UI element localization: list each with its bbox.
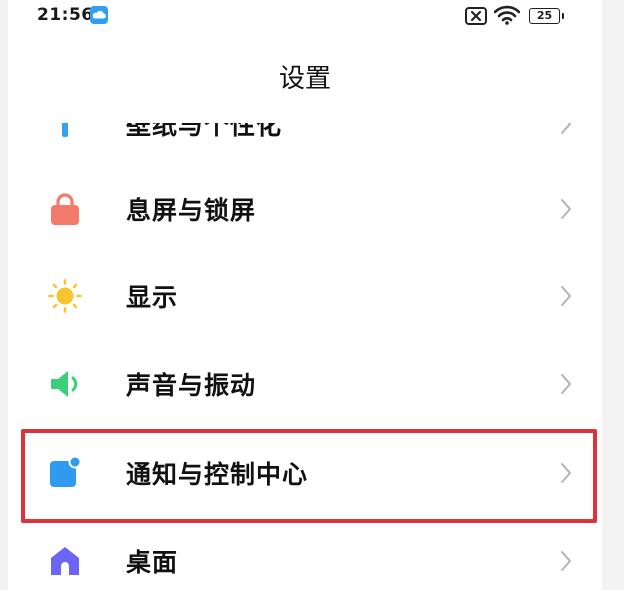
battery-indicator: 25 <box>529 8 565 24</box>
settings-item-label: 息屏与锁屏 <box>126 196 257 225</box>
status-bar: 21:56 25 <box>0 0 624 34</box>
wifi-icon <box>494 5 520 25</box>
no-sim-icon <box>465 7 487 25</box>
page-title: 设置 <box>278 64 331 94</box>
home-icon <box>51 547 79 575</box>
settings-item-desktop[interactable]: 桌面 <box>8 517 602 590</box>
settings-item-label: 桌面 <box>126 548 179 577</box>
settings-item-display[interactable]: 显示 <box>8 252 602 338</box>
settings-screen: 21:56 25 设置 壁纸与个性化 息屏与锁屏 显示 声音与振动 通知与控制中… <box>0 0 624 590</box>
settings-item-label: 声音与振动 <box>126 371 257 400</box>
settings-item-sound[interactable]: 声音与振动 <box>8 340 602 426</box>
status-time: 21:56 <box>37 5 94 25</box>
battery-level: 25 <box>529 8 560 24</box>
settings-item-label: 显示 <box>126 283 179 312</box>
settings-item-lock-screen[interactable]: 息屏与锁屏 <box>8 165 602 251</box>
chevron-right-icon <box>561 551 571 571</box>
lock-icon <box>51 193 79 225</box>
settings-item-label: 壁纸与个性化 <box>126 111 283 140</box>
chevron-right-icon <box>561 286 571 306</box>
highlight-box <box>21 429 597 523</box>
wallpaper-icon <box>62 123 68 137</box>
cloud-icon <box>90 6 108 24</box>
chevron-right-icon <box>561 374 571 394</box>
speaker-icon <box>51 371 78 397</box>
chevron-right-icon <box>561 123 571 134</box>
sun-icon <box>48 279 82 313</box>
chevron-right-icon <box>561 199 571 219</box>
battery-tip <box>562 13 564 19</box>
